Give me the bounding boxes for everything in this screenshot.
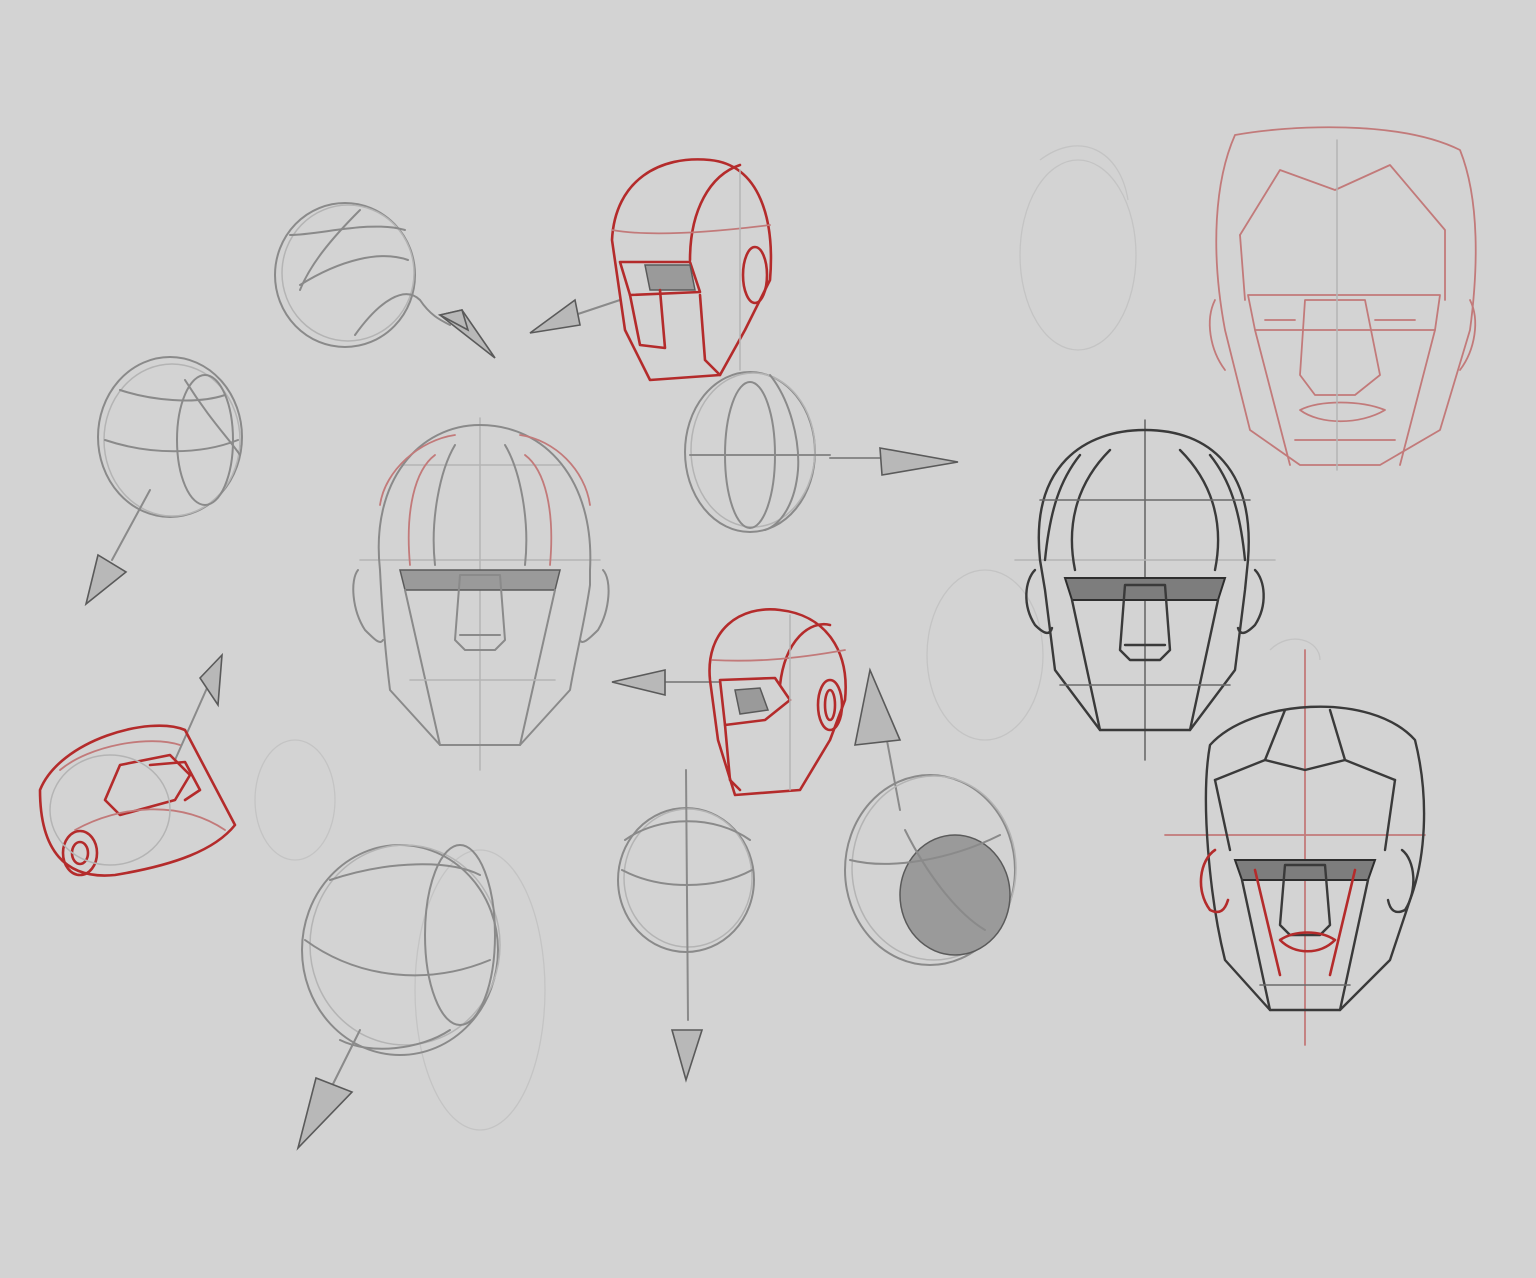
front-head-graphite [352,417,610,771]
sphere-sketch-4 [684,371,959,533]
sketch-sheet [38,126,1477,1151]
sphere-sketch-2 [84,356,243,607]
red-head-tilted [38,652,237,877]
dark-portrait-face [1164,649,1426,1046]
sphere-sketch-6 [617,769,755,1083]
front-head-dark [1014,419,1276,761]
sphere-sketch-3 [296,844,501,1151]
sphere-sketch-1 [274,202,496,359]
sketch-canvas [0,0,1536,1278]
red-head-three-quarter-top [529,158,773,382]
red-head-three-quarter-mid [611,608,847,797]
red-portrait-face [1208,126,1477,471]
sphere-sketch-5 [844,667,1017,966]
ghost-sketches [254,145,1321,1131]
